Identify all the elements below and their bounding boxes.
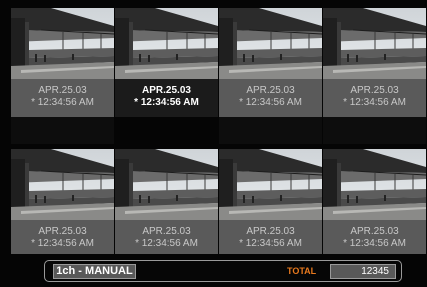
status-bar: 1ch - MANUAL TOTAL 12345 [44,260,402,282]
channel-tile-3[interactable]: APR.25.03 * 12:34:56 AM [219,8,322,144]
channel-info: APR.25.03 * 12:34:56 AM [115,79,218,117]
camera-thumbnail [219,149,322,220]
camera-thumbnail [11,8,114,79]
channel-tile-6[interactable]: APR.25.03 * 12:34:56 AM [115,149,218,254]
dvr-screen: APR.25.03 * 12:34:56 AM APR.25.03 * 12:3… [0,0,427,287]
tile-spacer [219,117,322,144]
channel-date: APR.25.03 [142,226,191,237]
camera-thumbnail [323,149,426,220]
channel-date: APR.25.03 [350,85,399,96]
channel-info: APR.25.03 * 12:34:56 AM [11,79,114,117]
channel-date: APR.25.03 [246,226,295,237]
channel-time: * 12:34:56 AM [343,97,406,108]
channel-date: APR.25.03 [142,85,191,96]
channel-time: * 12:34:56 AM [31,238,94,249]
channel-tile-4[interactable]: APR.25.03 * 12:34:56 AM [323,8,426,144]
channel-time: * 12:34:56 AM [134,97,199,108]
total-label: TOTAL [287,266,317,276]
total-value: 12345 [330,264,396,279]
camera-thumbnail [115,149,218,220]
channel-info: APR.25.03 * 12:34:56 AM [115,220,218,254]
channel-tile-8[interactable]: APR.25.03 * 12:34:56 AM [323,149,426,254]
channel-time: * 12:34:56 AM [343,238,406,249]
camera-thumbnail [323,8,426,79]
channel-date: APR.25.03 [38,85,87,96]
channel-date: APR.25.03 [246,85,295,96]
channel-tile-1[interactable]: APR.25.03 * 12:34:56 AM [11,8,114,144]
channel-info: APR.25.03 * 12:34:56 AM [219,79,322,117]
channel-date: APR.25.03 [38,226,87,237]
channel-info: APR.25.03 * 12:34:56 AM [219,220,322,254]
channel-info: APR.25.03 * 12:34:56 AM [323,79,426,117]
camera-thumbnail [219,8,322,79]
channel-time: * 12:34:56 AM [31,97,94,108]
channel-tile-5[interactable]: APR.25.03 * 12:34:56 AM [11,149,114,254]
channel-time: * 12:34:56 AM [135,238,198,249]
channel-tile-7[interactable]: APR.25.03 * 12:34:56 AM [219,149,322,254]
channel-time: * 12:34:56 AM [239,238,302,249]
tile-spacer [11,117,114,144]
channel-info: APR.25.03 * 12:34:56 AM [323,220,426,254]
camera-thumbnail [115,8,218,79]
channel-info: APR.25.03 * 12:34:56 AM [11,220,114,254]
channel-date: APR.25.03 [350,226,399,237]
tile-spacer [115,117,218,144]
mode-indicator[interactable]: 1ch - MANUAL [53,264,136,279]
channel-tile-2-selected[interactable]: APR.25.03 * 12:34:56 AM [115,8,218,144]
camera-thumbnail [11,149,114,220]
channel-time: * 12:34:56 AM [239,97,302,108]
tile-spacer [323,117,426,144]
channel-row-top: APR.25.03 * 12:34:56 AM APR.25.03 * 12:3… [11,8,427,144]
